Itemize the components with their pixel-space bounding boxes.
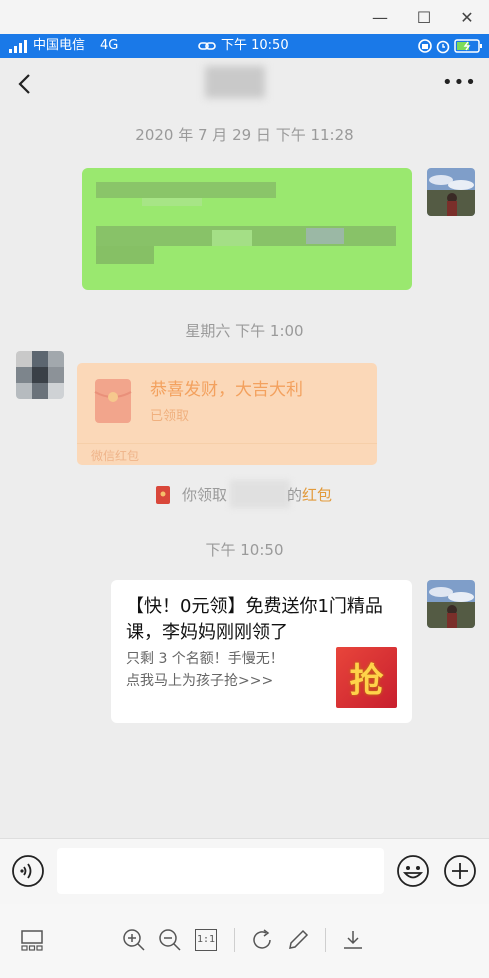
chat-header: ••• (0, 58, 489, 110)
zoom-out-button[interactable] (156, 926, 184, 954)
battery-icon (454, 39, 482, 53)
promo-badge-text: 抢 (349, 661, 384, 701)
rotate-button[interactable] (248, 926, 276, 954)
thumbnail-button[interactable] (18, 926, 46, 954)
timestamp: 下午 10:50 (205, 541, 284, 559)
edit-button[interactable] (284, 926, 312, 954)
alarm-icon (436, 40, 450, 54)
red-packet-message[interactable]: 恭喜发财，大吉大利 已领取 微信红包 (77, 363, 377, 465)
status-time: 下午 10:50 (221, 38, 289, 53)
download-icon (344, 931, 362, 949)
avatar (427, 168, 475, 216)
message-input[interactable] (57, 848, 384, 894)
red-packet-icon (94, 379, 132, 423)
system-message-suffix: 的 (287, 486, 303, 504)
maximize-button[interactable]: ☐ (402, 0, 446, 34)
promo-title: 【快！0元领】免费送你1门精品课，李妈妈刚刚领了 (126, 596, 383, 643)
sent-message-bubble[interactable] (82, 168, 412, 290)
promo-link-card[interactable]: 【快！0元领】免费送你1门精品课，李妈妈刚刚领了 只剩 3 个名额！手慢无！ 点… (111, 580, 412, 723)
link-icon (198, 42, 216, 50)
zoom-in-button[interactable] (120, 926, 148, 954)
chat-screen: ••• 2020 年 7 月 29 日 下午 11:28 星期六 下午 1:00 (0, 58, 489, 838)
signal-icon (9, 40, 27, 53)
red-packet-small-icon (156, 486, 170, 504)
minimize-icon: — (372, 7, 388, 27)
close-button[interactable]: ✕ (445, 0, 489, 34)
contact-avatar[interactable] (16, 351, 64, 399)
promo-thumbnail: 抢 (336, 647, 397, 708)
more-button[interactable]: ••• (442, 72, 477, 93)
network-type: 4G (100, 38, 119, 53)
timestamp: 2020 年 7 月 29 日 下午 11:28 (135, 126, 354, 144)
redacted-name (230, 480, 290, 508)
viewer-toolbar: 1:1 (0, 904, 489, 978)
close-icon: ✕ (460, 7, 474, 27)
minimize-button[interactable]: — (358, 0, 402, 34)
rotate-icon (253, 929, 271, 949)
chat-input-bar (0, 838, 489, 905)
red-packet-footer: 微信红包 (91, 449, 140, 463)
contact-name-redacted (205, 66, 265, 98)
red-packet-link[interactable]: 红包 (302, 484, 332, 505)
promo-description-line2: 点我马上为孩子抢>>> (126, 673, 274, 689)
download-button[interactable] (339, 926, 367, 954)
my-avatar[interactable] (427, 580, 475, 628)
zoom-out-icon (159, 929, 181, 951)
status-bar: 中国电信 4G 下午 10:50 (0, 34, 489, 58)
thumbnail-icon (21, 930, 43, 951)
redacted-message-text (96, 182, 396, 264)
plus-button[interactable] (443, 854, 477, 888)
maximize-icon: ☐ (416, 7, 432, 27)
promo-description-line1: 只剩 3 个名额！手慢无！ (126, 651, 284, 667)
edit-icon (289, 929, 309, 949)
back-button[interactable] (16, 72, 34, 96)
window-title-bar: — ☐ ✕ (0, 0, 489, 34)
voice-input-button[interactable] (11, 854, 45, 888)
carrier-name: 中国电信 (33, 38, 86, 53)
avatar (16, 351, 64, 399)
avatar (427, 580, 475, 628)
toolbar-divider (234, 928, 235, 952)
timestamp: 星期六 下午 1:00 (185, 322, 304, 340)
emoji-button[interactable] (396, 854, 430, 888)
actual-size-button[interactable]: 1:1 (192, 926, 220, 954)
toolbar-divider (325, 928, 326, 952)
actual-size-icon: 1:1 (195, 929, 217, 951)
rotation-lock-icon (418, 39, 432, 53)
my-avatar[interactable] (427, 168, 475, 216)
red-packet-status: 已领取 (150, 409, 190, 424)
red-packet-title: 恭喜发财，大吉大利 (150, 380, 303, 400)
divider (77, 443, 377, 444)
zoom-in-icon (123, 929, 145, 951)
chevron-left-icon (18, 74, 30, 94)
system-message-prefix: 你领取 (182, 486, 228, 504)
